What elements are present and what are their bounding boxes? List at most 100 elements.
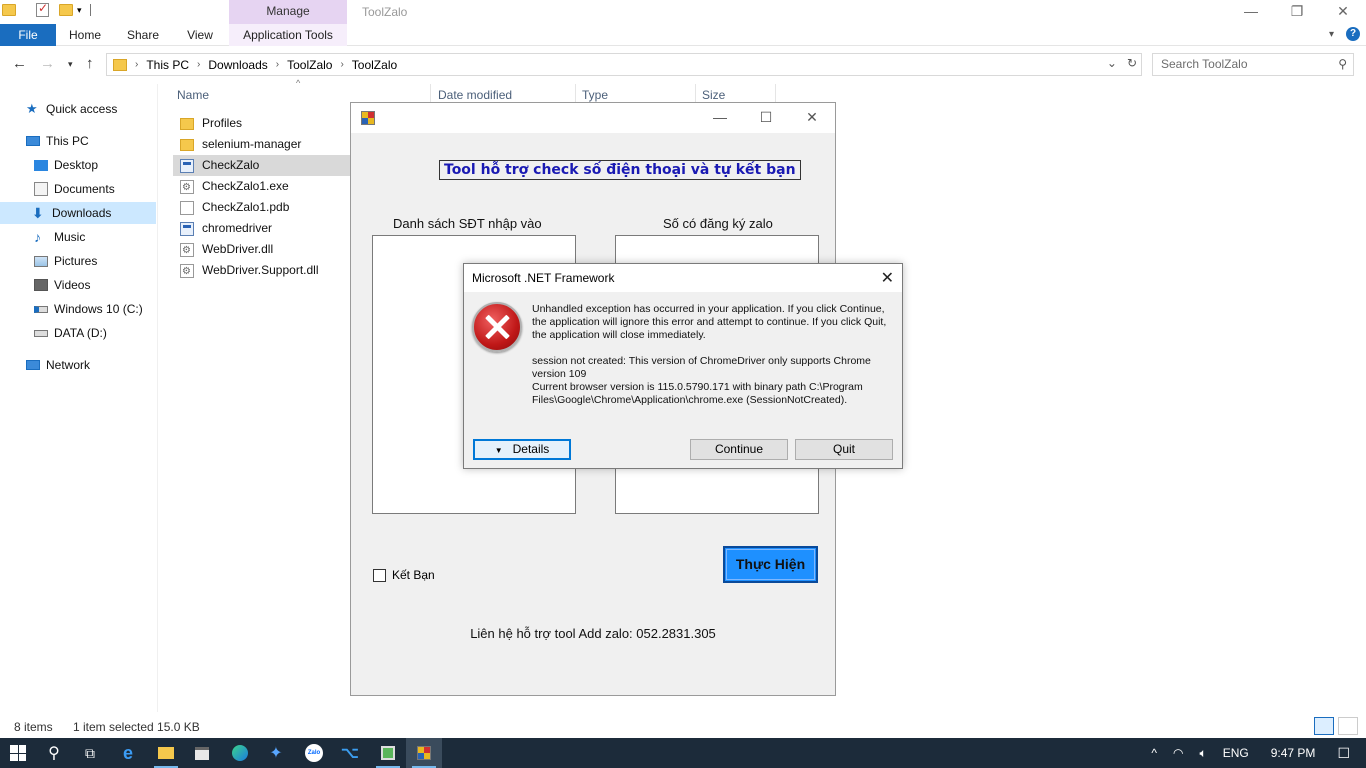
caret-down-icon: ▼ — [494, 446, 503, 455]
file-row[interactable]: CheckZalo1.exe — [174, 176, 350, 198]
restore-button[interactable]: ❐ — [1274, 0, 1320, 24]
tab-file[interactable]: File — [0, 24, 56, 46]
edge-icon[interactable] — [222, 738, 258, 768]
tab-view[interactable]: View — [180, 24, 220, 46]
nav-this-pc[interactable]: This PC — [26, 130, 89, 152]
details-button[interactable]: ▼ Details — [473, 439, 571, 460]
tab-home[interactable]: Home — [62, 24, 108, 46]
file-row[interactable]: CheckZalo1.pdb — [174, 197, 350, 218]
chevron-down-icon[interactable]: ▾ — [77, 5, 82, 16]
nav-documents[interactable]: Documents — [34, 178, 115, 200]
file-row[interactable]: WebDriver.Support.dll — [174, 260, 350, 282]
task-view-icon[interactable]: ⧉ — [72, 738, 108, 768]
address-dropdown-icon[interactable]: ⌄ — [1107, 56, 1117, 70]
app-maximize-button[interactable]: ☐ — [743, 103, 789, 133]
close-button[interactable]: ✕ — [1320, 0, 1366, 24]
nav-quick-access[interactable]: ★ Quick access — [26, 98, 117, 120]
app-tool-icon[interactable] — [370, 738, 406, 768]
videos-icon — [34, 279, 48, 291]
documents-icon — [34, 182, 48, 196]
continue-button[interactable]: Continue — [690, 439, 788, 460]
network-icon — [26, 360, 40, 370]
minimize-button[interactable]: — — [1228, 0, 1274, 24]
clock[interactable]: 9:47 PM — [1271, 746, 1316, 760]
toolzalo-taskbar-icon[interactable] — [406, 738, 442, 768]
quit-button[interactable]: Quit — [795, 439, 893, 460]
globe-icon[interactable]: ✦ — [258, 738, 294, 768]
notification-icon[interactable]: ☐ — [1337, 745, 1350, 762]
column-header-type[interactable]: Type — [582, 88, 608, 102]
search-icon[interactable]: ⚲ — [36, 738, 72, 768]
nav-drive-c[interactable]: Windows 10 (C:) — [34, 298, 143, 320]
app-close-button[interactable]: ✕ — [789, 103, 835, 133]
dialog-close-icon[interactable]: ✕ — [881, 268, 894, 288]
manage-tab[interactable]: Manage — [229, 0, 347, 24]
recent-locations-icon[interactable]: ▾ — [68, 59, 73, 70]
file-row-selected[interactable]: CheckZalo — [173, 155, 350, 176]
volume-icon[interactable]: 🔈︎ — [1200, 746, 1207, 761]
ribbon-right-controls: ▾ ? — [1329, 27, 1360, 41]
breadcrumb-downloads[interactable]: Downloads — [208, 58, 267, 72]
help-icon[interactable]: ? — [1346, 27, 1360, 41]
nav-videos[interactable]: Videos — [34, 274, 90, 296]
nav-network[interactable]: Network — [26, 354, 90, 376]
search-input[interactable]: Search ToolZalo ⚲ — [1152, 53, 1354, 76]
nav-desktop[interactable]: Desktop — [34, 154, 98, 176]
app-minimize-button[interactable]: — — [697, 103, 743, 133]
file-explorer-icon[interactable] — [148, 738, 184, 768]
tab-share[interactable]: Share — [120, 24, 166, 46]
navigation-bar: ← → ▾ ↑ › This PC › Downloads › ToolZalo… — [0, 49, 1366, 79]
file-row[interactable]: WebDriver.dll — [174, 239, 350, 261]
folder-icon[interactable] — [2, 4, 16, 16]
wifi-icon[interactable]: ◠ — [1173, 746, 1183, 760]
nav-downloads[interactable]: ⬇ Downloads — [0, 202, 156, 224]
nav-label: Desktop — [54, 158, 99, 172]
start-button[interactable] — [0, 738, 36, 768]
properties-icon[interactable] — [36, 1, 49, 17]
up-arrow-icon[interactable]: ↑ — [86, 55, 94, 72]
zalo-icon[interactable]: Zalo — [296, 738, 332, 768]
nav-drive-d[interactable]: DATA (D:) — [34, 322, 107, 344]
add-friend-checkbox[interactable] — [373, 568, 386, 582]
chevron-right-icon: › — [197, 59, 201, 70]
item-count: 8 items — [14, 720, 53, 734]
breadcrumb-toolzalo[interactable]: ToolZalo — [287, 58, 332, 72]
breadcrumb-this-pc[interactable]: This PC — [146, 58, 189, 72]
file-name: selenium-manager — [202, 137, 302, 151]
nav-pictures[interactable]: Pictures — [34, 250, 97, 272]
column-header-date[interactable]: Date modified — [438, 88, 512, 102]
file-row[interactable]: selenium-manager — [174, 134, 350, 155]
tab-application-tools[interactable]: Application Tools — [229, 24, 347, 46]
file-row[interactable]: Profiles — [174, 113, 350, 134]
music-icon: ♪ — [34, 229, 41, 245]
address-bar[interactable]: › This PC › Downloads › ToolZalo › ToolZ… — [106, 53, 1142, 76]
nav-label: Music — [54, 230, 86, 244]
details-view-icon[interactable] — [1314, 717, 1334, 735]
run-button[interactable]: Thực Hiện — [723, 546, 818, 583]
new-folder-icon[interactable] — [59, 4, 73, 16]
nav-label: Downloads — [52, 206, 112, 220]
breadcrumb-toolzalo-current[interactable]: ToolZalo — [352, 58, 397, 72]
expand-ribbon-icon[interactable]: ▾ — [1329, 29, 1334, 40]
vscode-icon[interactable]: ⌥ — [332, 738, 368, 768]
star-icon: ★ — [26, 101, 38, 116]
store-icon[interactable] — [184, 738, 220, 768]
forward-arrow-icon[interactable]: → — [40, 55, 55, 72]
add-friend-checkbox-group[interactable]: Kết Bạn — [373, 568, 435, 582]
refresh-icon[interactable]: ↻ — [1127, 56, 1137, 70]
search-icon: ⚲ — [1338, 57, 1347, 71]
edge-legacy-icon[interactable]: e — [110, 738, 146, 768]
chevron-up-icon[interactable]: ^ — [1151, 746, 1157, 760]
file-row[interactable]: chromedriver — [174, 218, 350, 239]
dialog-message-exception: session not created: This version of Chr… — [532, 355, 871, 406]
taskbar: ⚲ ⧉ e ✦ Zalo ⌥ ^ ◠ 🔈︎ ENG 9:47 PM ☐ — [0, 738, 1366, 768]
nav-music[interactable]: ♪ Music — [34, 226, 85, 248]
back-arrow-icon[interactable]: ← — [12, 55, 27, 72]
folder-icon — [180, 138, 194, 151]
large-icons-view-icon[interactable] — [1338, 717, 1358, 735]
address-bar-controls: ⌄ ↻ — [1107, 56, 1137, 70]
column-header-size[interactable]: Size — [702, 88, 725, 102]
app-heading: Tool hỗ trợ check số điện thoại và tự kế… — [439, 160, 801, 180]
language-indicator[interactable]: ENG — [1223, 746, 1249, 760]
column-header-name[interactable]: Name — [177, 88, 209, 102]
